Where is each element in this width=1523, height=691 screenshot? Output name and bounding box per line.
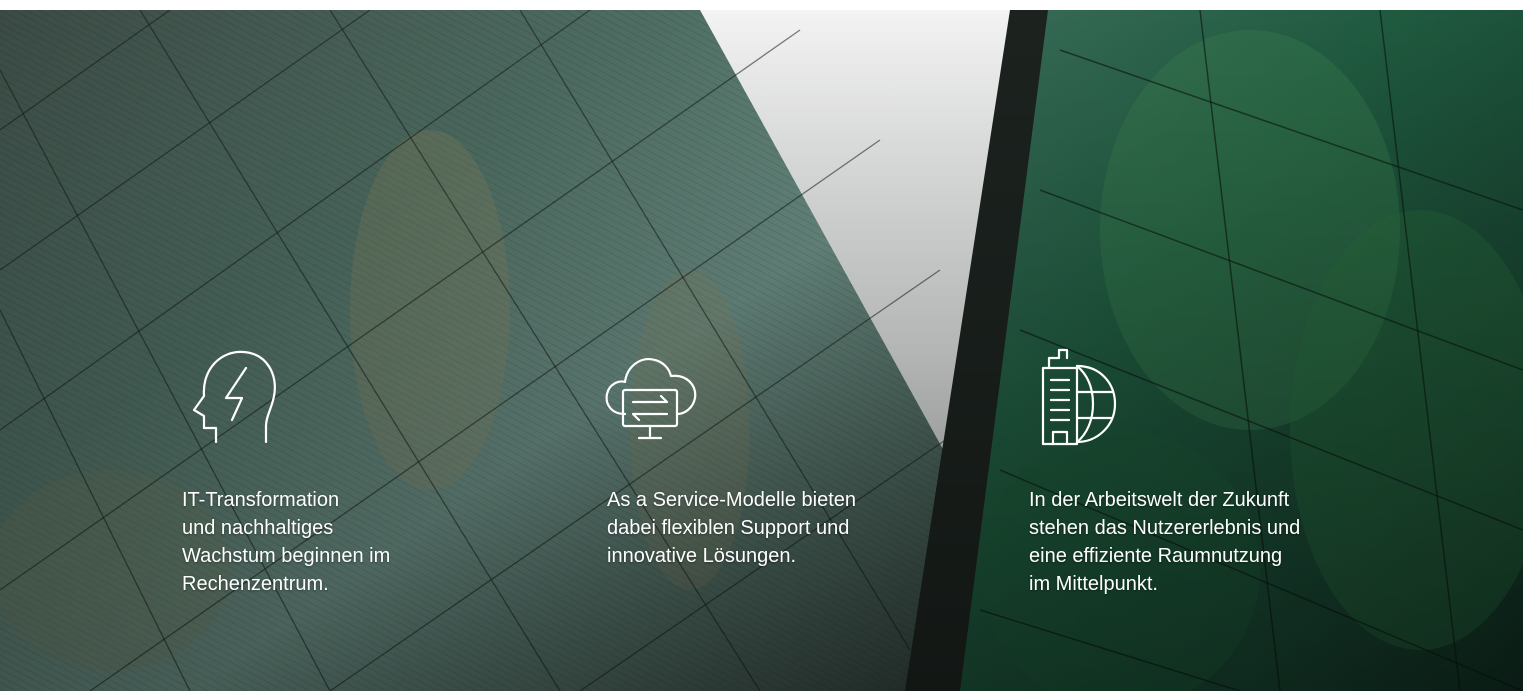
feature-text: As a Service-Modelle bieten dabei flexib… [607,489,857,567]
head-lightning-icon [192,350,276,444]
hero-banner: IT-Transformation und nachhaltiges Wachs… [0,10,1523,691]
feature-text: IT-Transformation und nachhaltiges Wachs… [182,489,391,595]
building-globe-icon [1041,348,1117,446]
feature-as-a-service: As a Service-Modelle bieten dabei flexib… [605,346,856,567]
feature-future-workplace: In der Arbeitswelt der Zukunft stehen da… [1029,346,1300,595]
feature-text: In der Arbeitswelt der Zukunft stehen da… [1029,489,1301,595]
cloud-sync-monitor-icon [605,358,697,440]
feature-data-center: IT-Transformation und nachhaltiges Wachs… [182,346,390,595]
